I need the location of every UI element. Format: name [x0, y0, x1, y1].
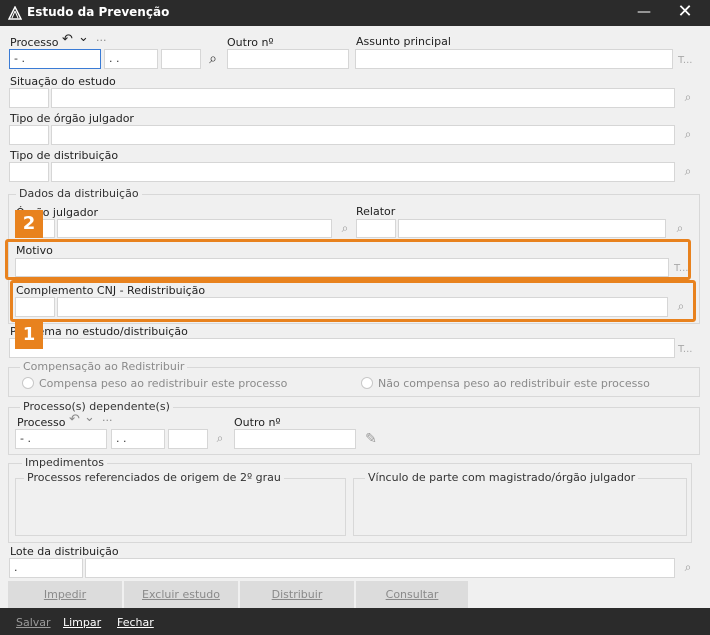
problema-text-button[interactable]: T...: [678, 344, 692, 355]
problema-input[interactable]: [9, 338, 675, 358]
lote-desc-input[interactable]: [85, 558, 675, 578]
tipo-orgao-code-input[interactable]: [9, 125, 49, 145]
excluir-estudo-button[interactable]: Excluir estudo: [124, 581, 238, 608]
nao-compensa-label: Não compensa peso ao redistribuir este p…: [378, 377, 650, 390]
impedimentos-title: Impedimentos: [22, 456, 107, 469]
distribuir-button[interactable]: Distribuir: [240, 581, 354, 608]
limpar-button[interactable]: Limpar: [63, 616, 101, 629]
search-tipo-distribuicao-icon[interactable]: ⌕: [680, 164, 696, 180]
highlight-box-complemento: [10, 280, 696, 322]
processos-referenciados-panel: [15, 478, 346, 536]
situacao-desc-input[interactable]: [51, 88, 675, 108]
search-processo-icon[interactable]: ⌕: [205, 51, 221, 67]
salvar-button[interactable]: Salvar: [16, 616, 51, 629]
footer-bar: Salvar Limpar Fechar: [0, 608, 710, 635]
dependentes-title: Processo(s) dependente(s): [20, 400, 173, 413]
annotation-badge-1: 1: [15, 321, 43, 349]
highlight-box-motivo: [5, 239, 691, 280]
dependente-outro-label: Outro nº: [234, 416, 281, 429]
impedir-button[interactable]: Impedir: [8, 581, 122, 608]
assunto-text-button[interactable]: T...: [678, 55, 692, 66]
tipo-distribuicao-desc-input[interactable]: [51, 162, 675, 182]
dependente-year-input[interactable]: . .: [111, 429, 165, 449]
tipo-orgao-desc-input[interactable]: [51, 125, 675, 145]
situacao-label: Situação do estudo: [10, 75, 116, 88]
tipo-orgao-label: Tipo de órgão julgador: [10, 112, 134, 125]
dados-distribuicao-title: Dados da distribuição: [16, 187, 142, 200]
dependente-outro-input[interactable]: [234, 429, 356, 449]
tipo-distribuicao-code-input[interactable]: [9, 162, 49, 182]
minimize-button[interactable]: —: [632, 0, 656, 26]
vinculo-parte-panel: [353, 478, 687, 536]
compensa-radio[interactable]: [22, 377, 34, 389]
dependente-chevron-down-icon[interactable]: ⌄: [84, 410, 95, 425]
search-lote-icon[interactable]: ⌕: [680, 560, 696, 576]
vinculo-parte-title: Vínculo de parte com magistrado/órgão ju…: [365, 471, 639, 484]
compensacao-title: Compensação ao Redistribuir: [20, 360, 188, 373]
processo-year-input[interactable]: . .: [104, 49, 158, 69]
search-dependente-icon[interactable]: ⌕: [212, 431, 228, 447]
dependente-origin-input[interactable]: [168, 429, 208, 449]
assunto-principal-input[interactable]: [355, 49, 673, 69]
orgao-julgador-desc-input[interactable]: [57, 219, 332, 238]
processo-origin-input[interactable]: [161, 49, 201, 69]
relator-desc-input[interactable]: [398, 219, 666, 238]
search-tipo-orgao-icon[interactable]: ⌕: [680, 127, 696, 143]
search-relator-icon[interactable]: ⌕: [672, 221, 688, 237]
more-icon[interactable]: ···: [96, 34, 107, 47]
close-button[interactable]: ✕: [672, 0, 698, 26]
outro-numero-input[interactable]: [227, 49, 349, 69]
consultar-button[interactable]: Consultar: [356, 581, 468, 608]
situacao-code-input[interactable]: [9, 88, 49, 108]
lote-number-input[interactable]: .: [9, 558, 83, 578]
processos-referenciados-title: Processos referenciados de origem de 2º …: [24, 471, 284, 484]
title-bar: Estudo da Prevenção — ✕: [0, 0, 710, 26]
processo-number-input[interactable]: - .: [9, 49, 101, 69]
processo-label: Processo: [10, 36, 59, 49]
fechar-button[interactable]: Fechar: [117, 616, 154, 629]
dependente-undo-icon[interactable]: ↶: [69, 412, 80, 427]
chevron-down-icon[interactable]: ⌄: [78, 30, 89, 45]
search-situacao-icon[interactable]: ⌕: [680, 90, 696, 106]
dependente-number-input[interactable]: - .: [15, 429, 107, 449]
app-logo-icon: [8, 6, 22, 20]
search-orgao-julgador-icon[interactable]: ⌕: [337, 221, 353, 237]
window-title: Estudo da Prevenção: [27, 5, 170, 19]
lote-label: Lote da distribuição: [10, 545, 119, 558]
undo-icon[interactable]: ↶: [62, 32, 73, 47]
relator-label: Relator: [356, 205, 396, 218]
assunto-principal-label: Assunto principal: [356, 35, 451, 48]
outro-numero-label: Outro nº: [227, 36, 274, 49]
tipo-distribuicao-label: Tipo de distribuição: [10, 149, 119, 162]
dependente-more-icon[interactable]: ···: [102, 414, 113, 427]
compensa-label: Compensa peso ao redistribuir este proce…: [39, 377, 288, 390]
action-bar: Impedir Excluir estudo Distribuir Consul…: [8, 581, 702, 608]
nao-compensa-radio[interactable]: [361, 377, 373, 389]
dependente-processo-label: Processo: [17, 416, 66, 429]
annotation-badge-2: 2: [15, 210, 43, 238]
relator-code-input[interactable]: [356, 219, 396, 238]
pencil-icon[interactable]: ✎: [363, 431, 379, 447]
